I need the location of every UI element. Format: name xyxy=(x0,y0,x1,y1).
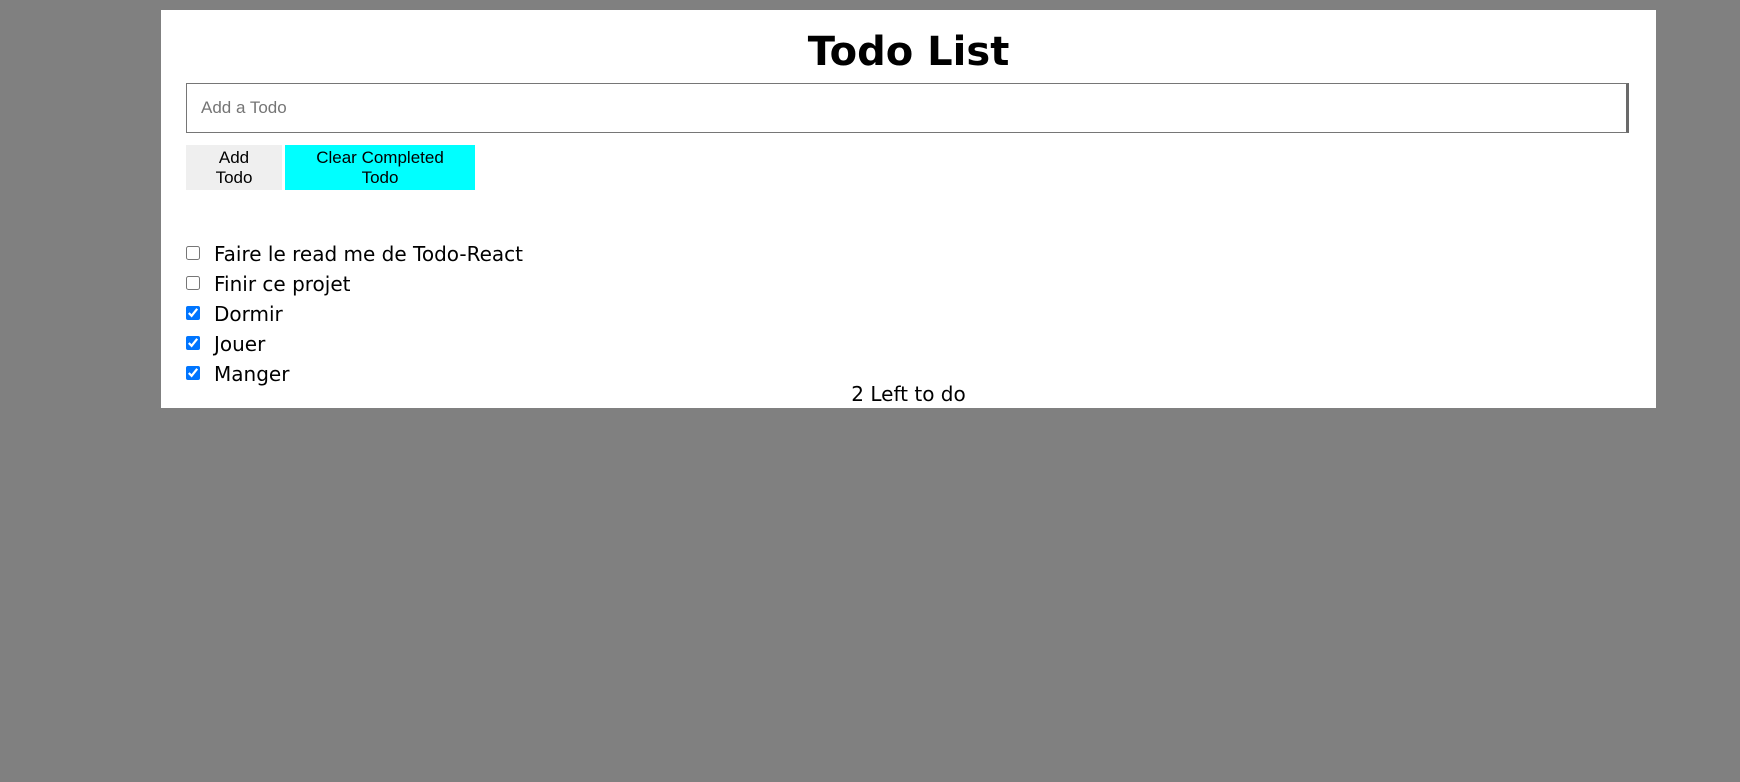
clear-completed-button[interactable]: Clear Completed Todo xyxy=(285,145,475,190)
todo-panel: Todo List Add Todo Clear Completed Todo … xyxy=(161,10,1656,408)
todo-label: Finir ce projet xyxy=(214,272,351,296)
todo-checkbox[interactable] xyxy=(186,336,200,350)
todo-item: Faire le read me de Todo-React xyxy=(186,239,523,269)
todo-checkbox[interactable] xyxy=(186,276,200,290)
todo-checkbox[interactable] xyxy=(186,246,200,260)
todo-label: Faire le read me de Todo-React xyxy=(214,242,524,266)
add-todo-button[interactable]: Add Todo xyxy=(186,145,282,190)
todo-item: Jouer xyxy=(186,329,523,359)
todo-checkbox[interactable] xyxy=(186,366,200,380)
todo-label: Dormir xyxy=(214,302,283,326)
page-title: Todo List xyxy=(807,29,1010,75)
add-todo-input[interactable] xyxy=(186,83,1629,133)
todo-checkbox[interactable] xyxy=(186,306,200,320)
todo-item: Finir ce projet xyxy=(186,269,523,299)
todo-label: Jouer xyxy=(214,332,266,356)
todo-list: Faire le read me de Todo-React Finir ce … xyxy=(186,239,523,389)
remaining-count: 2 Left to do xyxy=(851,382,966,406)
todo-item: Dormir xyxy=(186,299,523,329)
